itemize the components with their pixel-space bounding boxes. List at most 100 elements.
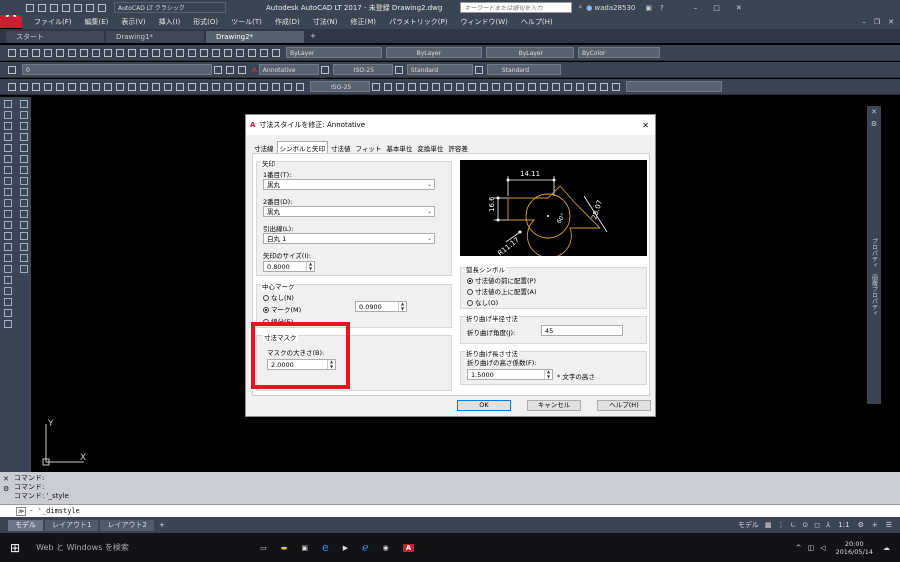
menu-help[interactable]: ヘルプ(H) — [521, 17, 553, 27]
layer-select[interactable]: 0 — [22, 64, 212, 75]
draw-field-icon[interactable] — [4, 309, 12, 317]
spin-arrows-icon[interactable]: ▲ ▼ — [544, 369, 552, 379]
saveas-icon[interactable] — [62, 3, 70, 12]
dim-baseline-icon[interactable] — [224, 82, 232, 91]
settings-icon[interactable]: ⚙ — [858, 521, 864, 529]
snap-icon[interactable]: ⋮ — [777, 521, 784, 529]
mod-rotate-icon[interactable] — [19, 166, 28, 174]
dim-aligned-icon[interactable] — [128, 82, 136, 91]
help-icon[interactable]: ? — [660, 4, 664, 12]
mod-stretch-icon[interactable] — [19, 188, 28, 196]
user-name[interactable]: wada28530 — [594, 4, 635, 12]
tablestyle-select[interactable]: Standard — [406, 64, 473, 75]
windows-start-icon[interactable]: ⊞ — [10, 541, 20, 555]
arrow-size-input[interactable]: 0.8000 ▲ ▼ — [263, 261, 315, 272]
qnew-icon[interactable] — [8, 48, 16, 57]
dim-radius-icon[interactable] — [164, 82, 172, 91]
paste-icon[interactable] — [104, 48, 112, 57]
draw-gradient-icon[interactable] — [4, 221, 12, 229]
qdim-icon[interactable] — [212, 82, 220, 91]
explode-icon[interactable] — [516, 82, 524, 91]
center-mark-size-input[interactable]: 0.0900 ▲ ▼ — [355, 301, 407, 312]
doc-restore-icon[interactable]: ❐ — [874, 18, 880, 26]
annotation-icon[interactable]: ⅄ — [826, 521, 830, 529]
arc-tb-icon[interactable] — [44, 82, 52, 91]
scale-icon[interactable] — [432, 82, 440, 91]
dim-ordinate-icon[interactable] — [152, 82, 160, 91]
task-view-icon[interactable]: ▭ — [260, 544, 267, 552]
close-icon[interactable]: ✕ — [736, 4, 742, 12]
palette-gear-icon[interactable]: ⚙ — [867, 120, 881, 128]
draw-line-icon[interactable] — [4, 100, 12, 108]
draw-wipeout-icon[interactable] — [4, 287, 12, 295]
tab-primary-units[interactable]: 基本単位 — [384, 142, 414, 154]
store-icon[interactable]: ▣ — [301, 544, 308, 552]
plus-icon[interactable]: + — [872, 521, 878, 529]
doc-minimize-icon[interactable]: – — [862, 18, 866, 26]
mod-move-icon[interactable] — [19, 155, 28, 163]
preview-icon[interactable] — [56, 48, 64, 57]
hatch-icon[interactable] — [612, 82, 620, 91]
mod-join-icon[interactable] — [19, 232, 28, 240]
command-input[interactable]: - '_dimstyle — [29, 507, 80, 515]
linetype-select[interactable]: ByLayer — [386, 47, 482, 58]
view-select[interactable] — [626, 81, 722, 92]
tab-fit[interactable]: フィット — [354, 142, 384, 154]
dim-arc-icon[interactable] — [140, 82, 148, 91]
publish-icon[interactable] — [68, 48, 76, 57]
menu-format[interactable]: 形式(O) — [193, 17, 218, 27]
mod-scale-icon[interactable] — [19, 177, 28, 185]
cancel-button[interactable]: キャンセル — [527, 400, 581, 411]
tab-drawing2[interactable]: Drawing2* — [206, 30, 304, 43]
draw-block-icon[interactable] — [4, 188, 12, 196]
mod-trim-icon[interactable] — [19, 199, 28, 207]
app-icon[interactable]: ◉ — [383, 544, 389, 552]
mod-mirror-icon[interactable] — [19, 122, 28, 130]
zoom-icon[interactable] — [164, 48, 172, 57]
stretch-icon[interactable] — [408, 82, 416, 91]
undo-icon[interactable] — [86, 3, 94, 12]
binoculars-icon[interactable]: ⌕ — [578, 3, 582, 12]
fillet-icon[interactable] — [504, 82, 512, 91]
zoomwin-icon[interactable] — [176, 48, 184, 57]
scale-label[interactable]: 1:1 — [838, 521, 849, 529]
center-mark-icon[interactable] — [260, 82, 268, 91]
mod-extend-icon[interactable] — [19, 210, 28, 218]
layer-prev-icon[interactable] — [226, 65, 234, 74]
draw-rect-icon[interactable] — [4, 133, 12, 141]
cart-icon[interactable]: ▣ — [645, 4, 652, 12]
tab-model[interactable]: モデル — [8, 519, 43, 531]
add-layout-icon[interactable]: + — [159, 521, 165, 529]
circle-tb-icon[interactable] — [68, 82, 76, 91]
tolerance-icon[interactable] — [248, 82, 256, 91]
redo2-icon[interactable] — [140, 48, 148, 57]
menu-view[interactable]: 表示(V) — [121, 17, 145, 27]
tab-lines[interactable]: 寸法線 — [252, 142, 276, 154]
mod-fillet-icon[interactable] — [19, 254, 28, 262]
draw-text-icon[interactable] — [4, 254, 12, 262]
search-input[interactable]: キーワードまたは語句を入力 — [460, 2, 573, 13]
toolpalette-icon[interactable] — [224, 48, 232, 57]
ok-button[interactable]: OK — [457, 400, 511, 411]
ie-icon[interactable]: ℯ — [362, 541, 369, 554]
match-icon[interactable] — [116, 48, 124, 57]
first-arrow-select[interactable]: 黒丸 ⌄ — [263, 179, 435, 190]
close-cmd-icon[interactable]: ✕ — [3, 475, 9, 483]
dimstyle-icon[interactable] — [320, 65, 329, 74]
tab-tolerances[interactable]: 許容差 — [446, 142, 470, 154]
menu-modify[interactable]: 修正(M) — [350, 17, 376, 27]
draw-table-icon[interactable] — [4, 243, 12, 251]
redo-icon[interactable] — [98, 3, 106, 12]
minimize-icon[interactable]: – — [694, 4, 698, 12]
layer-current-icon[interactable] — [214, 65, 222, 74]
menu-dimension[interactable]: 寸法(N) — [313, 17, 338, 27]
arc-none-radio[interactable]: なし(O) — [467, 297, 498, 307]
insert-icon[interactable] — [600, 82, 608, 91]
print-icon[interactable] — [44, 48, 52, 57]
dim-continue-icon[interactable] — [236, 82, 244, 91]
tab-drawing1[interactable]: Drawing1* — [106, 30, 204, 43]
command-line[interactable]: ≫ - '_dimstyle — [0, 504, 900, 517]
workspace-select[interactable]: AutoCAD LT クラシック — [114, 2, 226, 13]
new-icon[interactable] — [26, 3, 34, 12]
rect-icon[interactable] — [56, 82, 64, 91]
